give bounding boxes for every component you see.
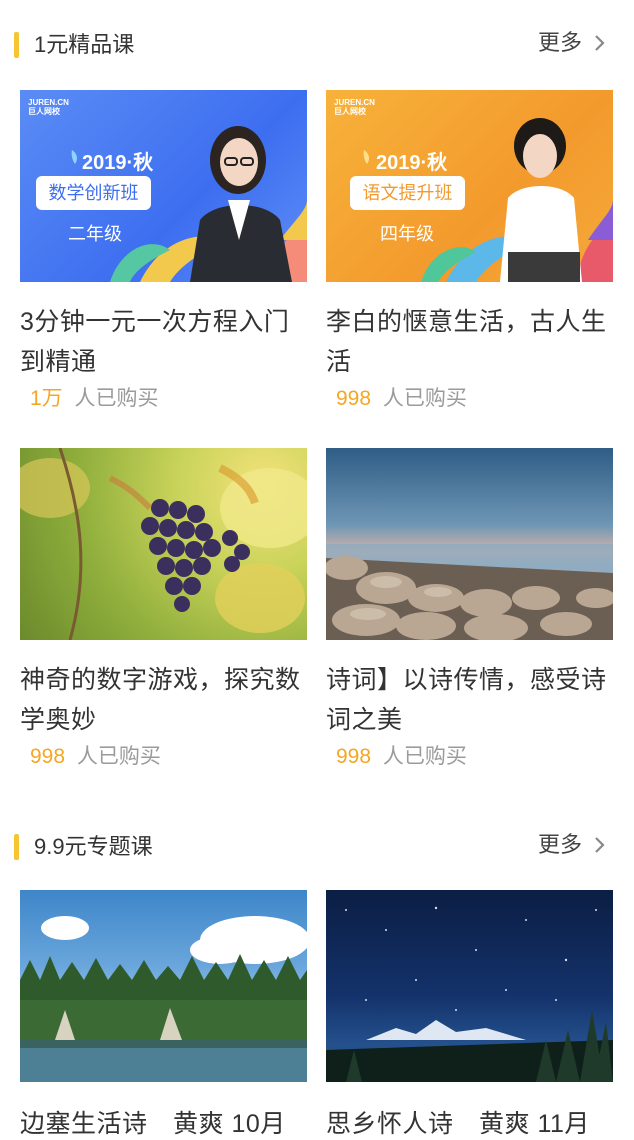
banner-grade: 四年级 (380, 224, 434, 244)
course-title: 诗词】以诗传情，感受诗词之美 (326, 666, 607, 734)
section-header-premium: 1元精品课 更多 (0, 24, 634, 64)
banner-year: 2019·秋 (376, 152, 448, 174)
course-thumbnail (326, 448, 613, 640)
more-button[interactable]: 更多 (538, 28, 608, 58)
course-meta: 1万 人已购买 (20, 384, 307, 414)
leaf-icon (71, 150, 77, 164)
course-meta: 998 人已购买 (20, 742, 307, 772)
section-title: 9.9元专题课 (34, 834, 153, 859)
grapes-illustration (20, 448, 307, 640)
course-thumbnail (20, 890, 307, 1082)
more-button[interactable]: 更多 (538, 830, 608, 860)
section-header-topic: 9.9元专题课 更多 (0, 826, 634, 866)
chevron-right-icon (595, 35, 605, 51)
purchase-count: 998 (336, 745, 372, 768)
banner-year: 2019·秋 (82, 152, 154, 174)
course-card[interactable]: JUREN.CN 巨人网校 2019·秋 数学创新班 二年级 3分钟一元一次方程入… (20, 90, 307, 414)
course-title: 神奇的数字游戏，探究数学奥妙 (20, 666, 301, 734)
course-card[interactable]: 边塞生活诗 黄爽 10月 (20, 890, 307, 1140)
course-card[interactable]: 思乡怀人诗 黄爽 11月 (326, 890, 613, 1140)
purchase-label: 人已购买 (76, 745, 161, 768)
course-thumbnail (326, 890, 613, 1082)
purchase-count: 1万 (30, 387, 63, 410)
course-title: 边塞生活诗 黄爽 10月 (20, 1110, 286, 1138)
brand-logo: JUREN.CN 巨人网校 (334, 98, 375, 116)
purchase-label: 人已购买 (74, 387, 159, 410)
course-thumbnail: JUREN.CN 巨人网校 2019·秋 数学创新班 二年级 (20, 90, 307, 282)
lake-forest-illustration (20, 916, 307, 1082)
course-thumbnail: JUREN.CN 巨人网校 2019·秋 语文提升班 四年级 (326, 90, 613, 282)
section-accent-bar (14, 32, 19, 58)
purchase-label: 人已购买 (382, 387, 467, 410)
purchase-label: 人已购买 (382, 745, 467, 768)
course-meta: 998 人已购买 (326, 742, 613, 772)
brand-logo: JUREN.CN 巨人网校 (28, 98, 69, 116)
coast-illustration (326, 544, 613, 640)
purchase-count: 998 (30, 745, 66, 768)
more-label: 更多 (537, 832, 582, 857)
banner-grade: 二年级 (68, 224, 122, 244)
purchase-count: 998 (336, 387, 372, 410)
course-thumbnail (20, 448, 307, 640)
section-accent-bar (14, 834, 19, 860)
banner-class-label: 数学创新班 (36, 176, 151, 210)
more-label: 更多 (537, 30, 582, 55)
course-meta: 998 人已购买 (326, 384, 613, 414)
course-title: 3分钟一元一次方程入门到精通 (20, 308, 290, 376)
course-card[interactable]: JUREN.CN 巨人网校 2019·秋 语文提升班 四年级 李白的惬意生活，古人… (326, 90, 613, 414)
course-card[interactable]: 神奇的数字游戏，探究数学奥妙 998 人已购买 (20, 448, 307, 772)
course-title: 思乡怀人诗 黄爽 11月 (326, 1110, 590, 1138)
leaf-icon (363, 150, 369, 164)
course-card[interactable]: 诗词】以诗传情，感受诗词之美 998 人已购买 (326, 448, 613, 772)
banner-class-label: 语文提升班 (350, 176, 465, 210)
section-title: 1元精品课 (34, 32, 135, 57)
chevron-right-icon (595, 837, 605, 853)
course-title: 李白的惬意生活，古人生活 (326, 308, 607, 376)
night-sky-illustration (326, 906, 613, 1082)
